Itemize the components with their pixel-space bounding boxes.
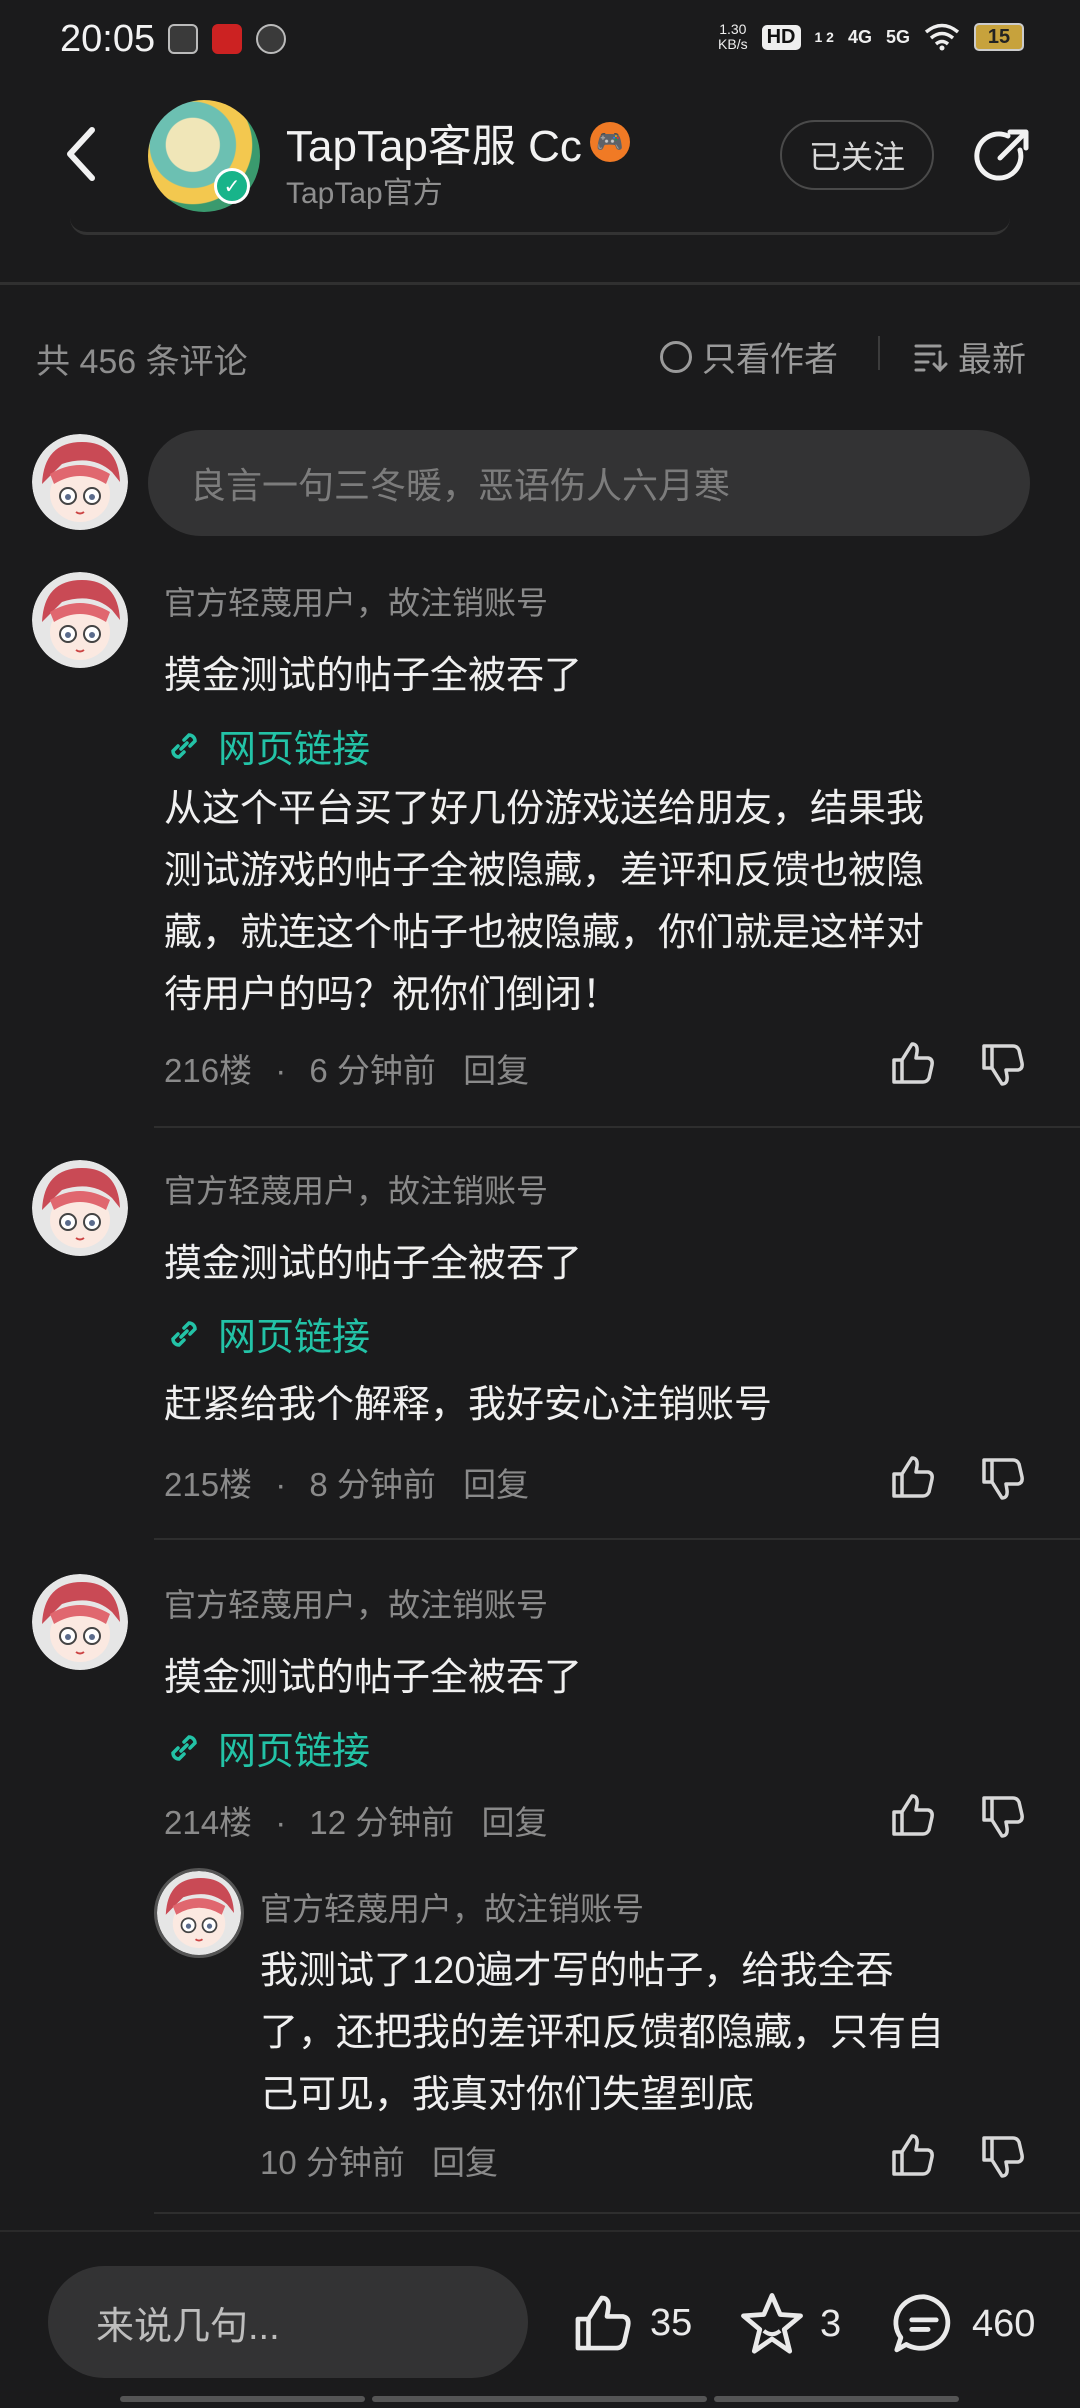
commenter-name[interactable]: 官方轻蔑用户，故注销账号: [164, 1166, 548, 1212]
reply-meta: 10 分钟前 回复: [260, 2136, 498, 2184]
reply-avatar[interactable]: [154, 1868, 244, 1958]
comment-time: 12 分钟前: [309, 1804, 455, 1841]
wifi-icon: [924, 23, 960, 51]
app-notification-icon: [256, 24, 286, 54]
follow-button[interactable]: 已关注: [780, 120, 934, 190]
commenter-avatar[interactable]: [32, 1574, 128, 1670]
reply-time: 10 分钟前: [260, 2144, 405, 2181]
net-speed: 1.30 KB/s: [718, 21, 748, 52]
comment-title: 摸金测试的帖子全被吞了: [164, 1657, 583, 1699]
status-right: 1.30 KB/s HD 1 2 4G 5G 15: [718, 22, 1024, 52]
signal-4g-icon: 4G: [847, 26, 872, 47]
author-name: TapTap客服 Cc: [286, 122, 582, 171]
nav-indicator: [714, 2396, 959, 2402]
commenter-name[interactable]: 官方轻蔑用户，故注销账号: [164, 1580, 548, 1626]
thumbs-down-icon[interactable]: [978, 1454, 1028, 1504]
reply-button[interactable]: 回复: [481, 1804, 547, 1841]
thumbs-down-icon[interactable]: [978, 1792, 1028, 1842]
comment-input[interactable]: 良言一句三冬暖，恶语伤人六月寒: [148, 430, 1030, 536]
thumbs-up-icon[interactable]: [888, 1790, 938, 1840]
floor-number: 216楼: [164, 1052, 253, 1089]
comment-total: 460: [972, 2302, 1036, 2345]
web-link-label: 网页链接: [218, 729, 371, 771]
web-link[interactable]: 网页链接: [164, 718, 370, 773]
divider: [878, 336, 880, 370]
reply-body: 我测试了120遍才写的帖子，给我全吞 了，还把我的差评和反馈都隐藏，只有自 己可…: [260, 1950, 945, 2116]
reply-button[interactable]: 回复: [463, 1466, 529, 1503]
link-icon: [171, 732, 197, 759]
reply-button[interactable]: 回复: [432, 2144, 498, 2181]
sort-icon: [914, 344, 948, 372]
signal-5g-icon: 5G: [885, 26, 910, 47]
comment-time: 6 分钟前: [309, 1052, 436, 1089]
author-only-label: 只看作者: [702, 341, 838, 379]
comment-time: 8 分钟前: [309, 1466, 436, 1503]
verified-badge-icon: ✓: [214, 168, 250, 204]
hd-sub: 1 2: [814, 29, 834, 45]
author-name-row[interactable]: TapTap客服 Cc 🎮: [286, 110, 630, 174]
link-icon: [171, 1320, 197, 1347]
comment-title: 摸金测试的帖子全被吞了: [164, 1243, 583, 1285]
post-card-edge: [70, 218, 1010, 235]
divider: [154, 2212, 1080, 2214]
author-only-toggle[interactable]: 只看作者: [660, 332, 838, 381]
floor-number: 215楼: [164, 1466, 253, 1503]
reply-name[interactable]: 官方轻蔑用户，故注销账号: [260, 1884, 644, 1930]
comment-count: 共 456 条评论: [36, 343, 248, 381]
radio-circle-icon: [660, 340, 692, 373]
divider: [0, 2230, 1080, 2232]
app-notification-icon: [212, 24, 242, 54]
sort-label: 最新: [958, 341, 1026, 379]
nav-indicator: [372, 2396, 707, 2402]
reply-button[interactable]: 回复: [463, 1052, 529, 1089]
floor-number: 214楼: [164, 1804, 253, 1841]
star-icon: [741, 2293, 803, 2354]
thumbs-up-icon[interactable]: [888, 1452, 938, 1502]
web-link-label: 网页链接: [218, 1317, 371, 1359]
comment-body: 赶紧给我个解释，我好安心注销账号: [164, 1384, 773, 1426]
web-link[interactable]: 网页链接: [164, 1720, 370, 1775]
favorite-button[interactable]: 3: [738, 2290, 841, 2358]
thumbs-up-icon[interactable]: [888, 2130, 938, 2180]
comment-title: 摸金测试的帖子全被吞了: [164, 655, 583, 697]
hd-icon: HD: [761, 24, 801, 50]
gamepad-badge-icon: 🎮: [589, 122, 630, 162]
commenter-avatar[interactable]: [32, 572, 128, 668]
my-avatar[interactable]: [32, 434, 128, 530]
favorite-count: 3: [820, 2302, 842, 2345]
bottom-comment-input[interactable]: 来说几句...: [48, 2266, 528, 2378]
web-link[interactable]: 网页链接: [164, 1306, 370, 1361]
like-button[interactable]: 35: [570, 2290, 692, 2356]
thumbs-up-icon[interactable]: [888, 1038, 938, 1088]
comment-body: 从这个平台买了好几份游戏送给朋友，结果我 测试游戏的帖子全被隐藏，差评和反馈也被…: [164, 788, 925, 1016]
nav-indicator: [120, 2396, 365, 2402]
comment-meta: 214楼 · 12 分钟前 回复: [164, 1804, 548, 1841]
divider: [154, 1126, 1080, 1128]
comment-meta: 215楼 · 8 分钟前 回复: [164, 1466, 530, 1503]
like-count: 35: [650, 2301, 693, 2344]
battery-icon: 15: [974, 23, 1024, 51]
web-link-label: 网页链接: [218, 1731, 371, 1773]
sort-toggle[interactable]: 最新: [914, 332, 1026, 381]
share-icon[interactable]: [970, 124, 1034, 188]
commenter-name[interactable]: 官方轻蔑用户，故注销账号: [164, 578, 548, 624]
thumbs-down-icon[interactable]: [978, 2132, 1028, 2182]
comments-button[interactable]: 460: [890, 2290, 1035, 2358]
chat-icon: [893, 2294, 951, 2353]
comment-meta: 216楼 · 6 分钟前 回复: [164, 1052, 530, 1089]
thumbs-up-icon: [575, 2295, 631, 2351]
app-notification-icon: [168, 24, 198, 54]
divider: [154, 1538, 1080, 1540]
link-icon: [171, 1734, 197, 1761]
thumbs-down-icon[interactable]: [978, 1040, 1028, 1090]
divider: [0, 282, 1080, 285]
status-time: 20:05: [60, 18, 156, 60]
author-subtitle: TapTap官方: [286, 177, 443, 210]
back-arrow-icon[interactable]: [58, 124, 106, 184]
commenter-avatar[interactable]: [32, 1160, 128, 1256]
notification-icons: [168, 24, 286, 54]
